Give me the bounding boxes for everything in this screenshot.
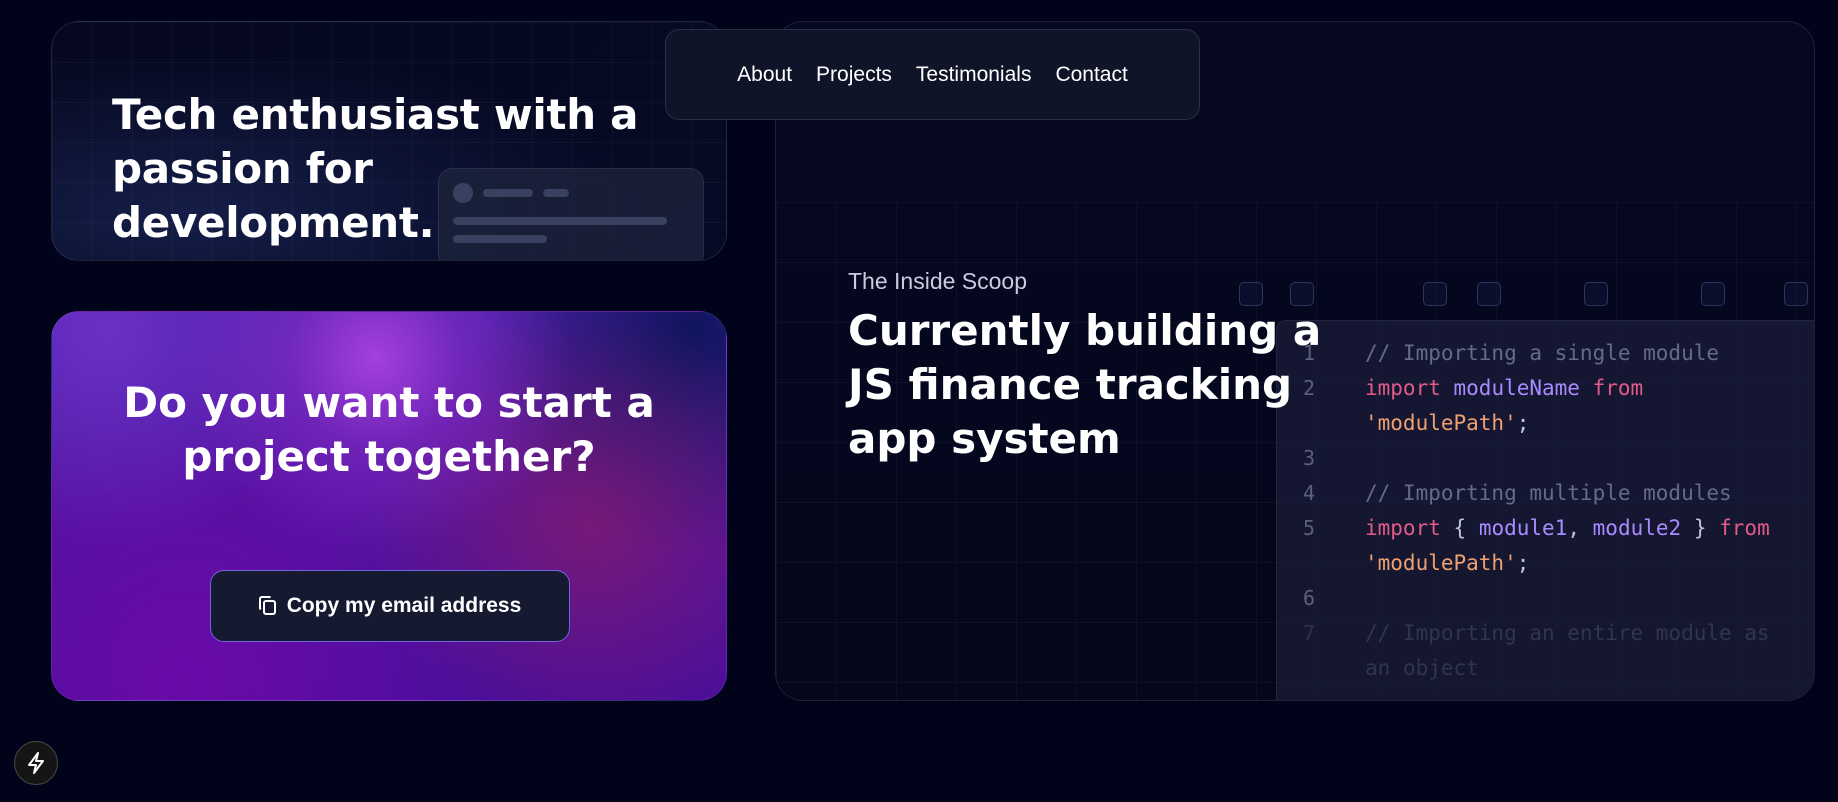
scoop-subtitle: The Inside Scoop <box>848 268 1028 294</box>
grid-square-decoration <box>1701 282 1725 306</box>
grid-square-decoration <box>1477 282 1501 306</box>
nav-link-contact[interactable]: Contact <box>1055 63 1127 87</box>
grid-square-decoration <box>1239 282 1263 306</box>
nav-link-projects[interactable]: Projects <box>816 63 892 87</box>
code-line: 6 <box>1303 586 1316 610</box>
intro-headline: Tech enthusiast with a passion for devel… <box>112 90 639 247</box>
nav-link-about[interactable]: About <box>737 63 792 87</box>
lightning-bolt-button[interactable] <box>14 741 58 785</box>
floating-nav: About Projects Testimonials Contact <box>665 29 1200 120</box>
scoop-headline: Currently building a JS finance tracking… <box>848 306 1322 463</box>
grid-square-decoration <box>1584 282 1608 306</box>
grid-square-decoration <box>1423 282 1447 306</box>
copy-email-label: Copy my email address <box>286 594 522 617</box>
grid-square-decoration <box>1784 282 1808 306</box>
copy-icon <box>258 596 277 616</box>
cta-headline: Do you want to start a project together? <box>123 378 655 481</box>
code-line: 4 // Importing multiple modules <box>1303 481 1732 505</box>
inside-scoop-card: The Inside Scoop Currently building a JS… <box>775 21 1815 701</box>
grid-square-decoration <box>1290 282 1314 306</box>
page: Tech enthusiast with a passion for devel… <box>0 0 1838 802</box>
code-line: 7 // Importing an entire module as <box>1303 621 1770 645</box>
code-line: 5 import { module1, module2 } from <box>1303 516 1770 540</box>
lightning-bolt-icon <box>28 752 44 774</box>
copy-email-button[interactable]: Copy my email address <box>210 570 570 642</box>
code-line: 'modulePath'; <box>1365 551 1530 575</box>
code-line: an object <box>1365 656 1479 680</box>
nav-link-testimonials[interactable]: Testimonials <box>916 63 1032 87</box>
cta-card: Do you want to start a project together?… <box>51 311 727 701</box>
intro-card: Tech enthusiast with a passion for devel… <box>51 21 727 261</box>
